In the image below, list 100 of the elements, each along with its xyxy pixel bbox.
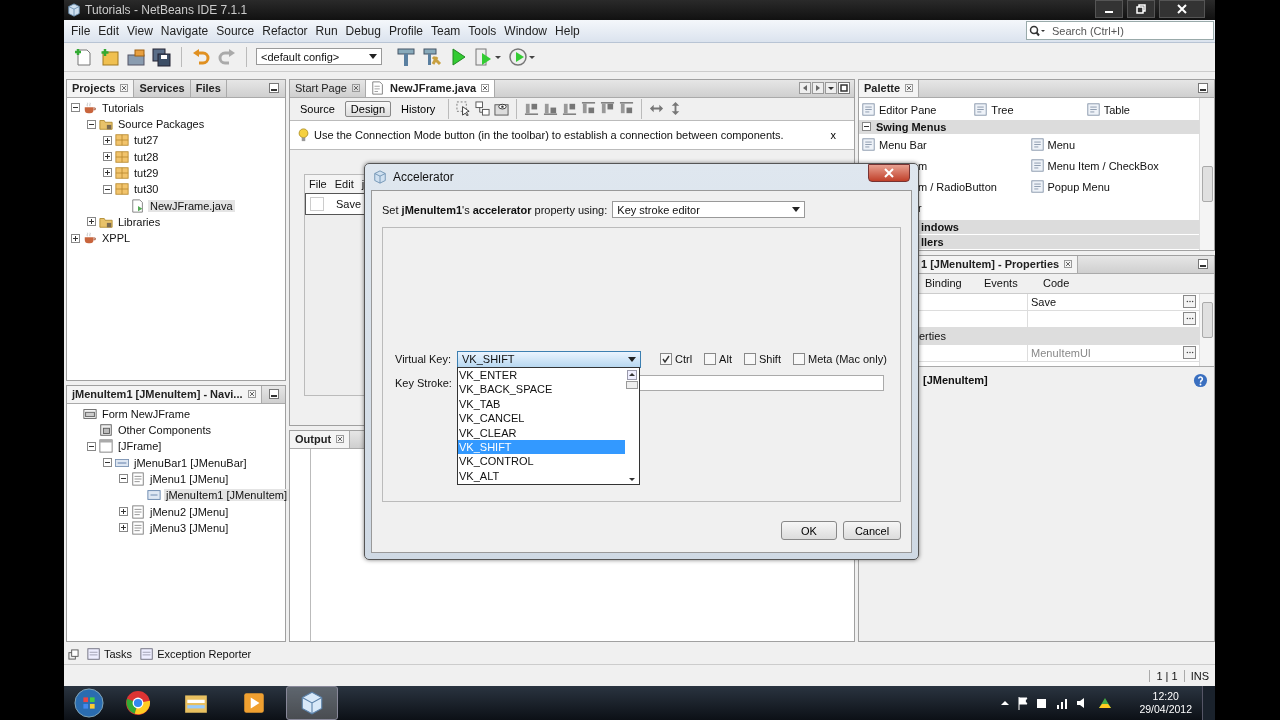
collapse-icon[interactable]: [103, 458, 112, 468]
hammer-icon[interactable]: [396, 46, 416, 67]
browse-button[interactable]: [1183, 295, 1196, 309]
config-dropdown[interactable]: <default config>: [256, 48, 382, 66]
panel-tab[interactable]: Files: [190, 79, 227, 97]
node-label[interactable]: Libraries: [116, 215, 163, 228]
application-command[interactable]: Window: [500, 23, 552, 38]
dropdown-option[interactable]: VK_ALT: [458, 468, 625, 484]
help-icon[interactable]: [1193, 372, 1208, 388]
minimize-icon[interactable]: [1198, 259, 1208, 270]
form-menu[interactable]: Edit: [334, 177, 354, 190]
expand-icon[interactable]: [119, 523, 128, 533]
editor-tab[interactable]: NewJFrame.java: [366, 79, 496, 97]
scroll-thumb[interactable]: [626, 381, 638, 389]
application-command[interactable]: Navigate: [156, 23, 213, 38]
minimize-icon[interactable]: [269, 83, 279, 94]
clock-time[interactable]: 12:20: [1152, 690, 1179, 703]
browse-button[interactable]: [1183, 312, 1196, 326]
node-label[interactable]: Source Packages: [116, 118, 207, 130]
connection-mode-icon[interactable]: [475, 101, 491, 117]
palette-item[interactable]: Tree: [974, 101, 1087, 118]
new-file-icon[interactable]: [74, 46, 94, 67]
dropdown-icon[interactable]: [825, 82, 837, 95]
dropdown-option[interactable]: VK_CANCEL: [458, 411, 625, 426]
application-command[interactable]: Debug: [341, 23, 385, 38]
save-all-icon[interactable]: [152, 46, 172, 67]
dialog-button[interactable]: Cancel: [843, 521, 901, 540]
dropdown-option[interactable]: VK_TAB: [458, 396, 625, 412]
preview-icon[interactable]: [494, 101, 510, 117]
collapse-icon[interactable]: [87, 441, 96, 451]
checkbox-label[interactable]: Alt: [719, 353, 732, 365]
view-button[interactable]: Source: [294, 100, 341, 117]
panel-tab[interactable]: Projects: [67, 79, 135, 97]
dropdown-option[interactable]: VK_BACK_SPACE: [458, 382, 625, 397]
palette-item[interactable]: Menu Bar: [862, 136, 1031, 153]
close-icon[interactable]: [247, 390, 256, 399]
palette-item[interactable]: Table: [1086, 101, 1199, 118]
collapse-icon[interactable]: [103, 184, 112, 194]
editor-dropdown[interactable]: Key stroke editor: [612, 201, 806, 218]
node-label[interactable]: tut30: [132, 183, 161, 196]
virtual-key-dropdown[interactable]: VK_SHIFT: [457, 350, 641, 368]
expand-icon[interactable]: [103, 135, 112, 145]
clock-date[interactable]: 29/04/2012: [1139, 703, 1192, 716]
application-command[interactable]: Run: [311, 23, 342, 38]
palette-item[interactable]: Editor Pane: [862, 101, 975, 118]
taskbar-button[interactable]: [286, 686, 338, 720]
expand-icon[interactable]: [103, 152, 112, 162]
close-button[interactable]: [868, 164, 910, 182]
close-icon[interactable]: [481, 84, 490, 93]
dropdown-option[interactable]: VK_CLEAR: [458, 425, 625, 440]
restore-icon[interactable]: [68, 648, 79, 660]
align-icon[interactable]: [543, 101, 559, 117]
palette-item[interactable]: Menu: [1030, 136, 1199, 153]
node-label[interactable]: tut27: [132, 134, 161, 147]
dropdown-option[interactable]: VK_ENTER: [458, 368, 625, 383]
node-label[interactable]: jMenuBar1 [JMenuBar]: [132, 456, 249, 469]
node-label[interactable]: XPPL: [100, 232, 133, 245]
search-icon[interactable]: [1029, 25, 1047, 38]
key-stroke-field[interactable]: [638, 375, 884, 391]
checkbox-label[interactable]: Meta (Mac only): [807, 353, 887, 365]
minimized-window-tab[interactable]: Tasks: [87, 647, 133, 662]
palette-item[interactable]: Menu Item / CheckBox: [1030, 157, 1199, 174]
node-label[interactable]: jMenuItem1 [JMenuItem]: [164, 489, 290, 502]
node-label[interactable]: NewJFrame.java: [148, 199, 235, 212]
minimized-window-tab[interactable]: Exception Reporter: [140, 647, 252, 662]
new-project-icon[interactable]: [100, 46, 120, 67]
node-label[interactable]: [JFrame]: [116, 440, 164, 453]
property-value[interactable]: MenuItemUI: [1031, 346, 1091, 359]
node-label[interactable]: tut28: [132, 150, 161, 163]
align-icon[interactable]: [524, 101, 540, 117]
application-command[interactable]: Team: [427, 23, 465, 38]
application-command[interactable]: Tools: [464, 23, 501, 38]
selection-mode-icon[interactable]: [456, 101, 472, 117]
close-icon[interactable]: [352, 84, 360, 93]
restore-button[interactable]: [1127, 0, 1155, 18]
expand-icon[interactable]: [87, 217, 96, 227]
checkbox[interactable]: [792, 353, 805, 365]
minimize-icon[interactable]: [1198, 83, 1208, 94]
clean-build-icon[interactable]: [422, 46, 442, 67]
collapse-icon[interactable]: [862, 122, 871, 132]
palette-item[interactable]: Popup Menu: [1030, 178, 1199, 195]
minimize-button[interactable]: [1095, 0, 1123, 18]
scrollbar[interactable]: [1199, 97, 1214, 250]
browse-button[interactable]: [1183, 346, 1196, 360]
collapse-icon[interactable]: [87, 119, 96, 129]
start-button[interactable]: [74, 688, 104, 718]
properties-tab[interactable]: Code: [1043, 277, 1102, 290]
dismiss-button[interactable]: x: [820, 128, 846, 141]
checkbox-label[interactable]: Shift: [758, 353, 781, 365]
view-button[interactable]: History: [395, 100, 442, 117]
palette-section[interactable]: Swing Menus: [859, 119, 1199, 134]
editor-tab[interactable]: Start Page: [290, 79, 366, 97]
application-command[interactable]: Refactor: [258, 23, 312, 38]
node-label[interactable]: tut29: [132, 166, 161, 179]
close-button[interactable]: [1159, 0, 1205, 18]
dialog-button[interactable]: OK: [781, 521, 837, 540]
panel-tab[interactable]: Palette: [859, 79, 920, 97]
application-command[interactable]: Source: [212, 23, 259, 38]
panel-tab[interactable]: jMenuItem1 [JMenuItem] - Navi...: [67, 385, 262, 403]
checkbox[interactable]: [704, 353, 717, 365]
